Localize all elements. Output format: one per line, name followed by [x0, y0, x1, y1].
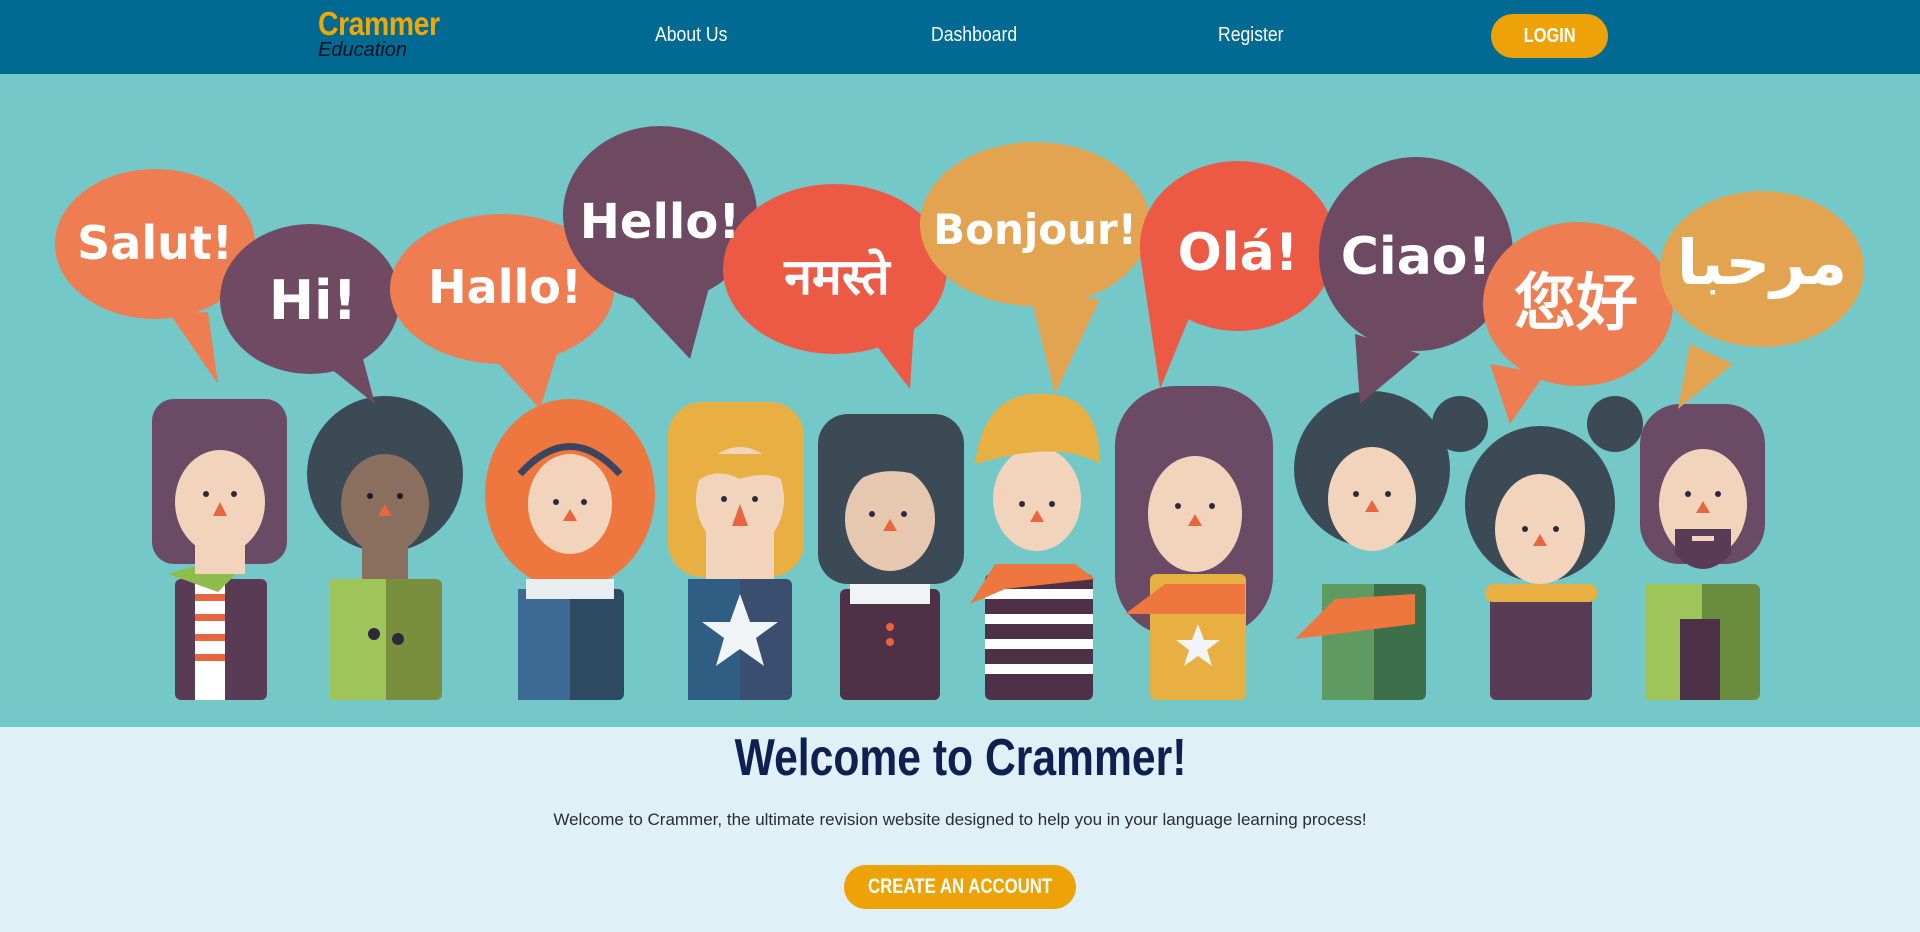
create-account-label: CREATE AN ACCOUNT [867, 875, 1053, 898]
greeting-nihao: 您好 [1514, 266, 1638, 339]
brand-logo[interactable]: Crammer Education [318, 5, 459, 61]
person-9 [1432, 396, 1643, 700]
person-3 [485, 399, 655, 700]
login-button[interactable]: LOGIN [1491, 14, 1608, 58]
greeting-ciao: Ciao! [1341, 227, 1492, 287]
welcome-description: Welcome to Crammer, the ultimate revisio… [553, 810, 1367, 829]
create-account-button[interactable]: CREATE AN ACCOUNT [844, 865, 1076, 909]
person-2 [307, 396, 463, 700]
brand-tagline: Education [318, 39, 407, 61]
greeting-salut: Salut! [77, 216, 233, 270]
hero-banner: Salut! Hi! Hallo! Hello! नमस्ते Bonjour!… [0, 74, 1920, 727]
greeting-hi: Hi! [269, 269, 357, 332]
brand-name: Crammer [318, 5, 440, 42]
nav-link-dashboard[interactable]: Dashboard [931, 22, 1017, 48]
greeting-ola: Olá! [1178, 223, 1299, 283]
greeting-marhaba: مرحبا [1677, 226, 1847, 299]
greeting-bonjour: Bonjour! [933, 205, 1137, 254]
person-4 [668, 402, 804, 700]
person-10 [1640, 404, 1765, 700]
page-title: Welcome to Crammer! [0, 727, 1920, 789]
hero-illustration: Salut! Hi! Hallo! Hello! नमस्ते Bonjour!… [55, 126, 1864, 700]
greeting-hallo: Hallo! [428, 260, 582, 314]
person-8 [1294, 391, 1450, 700]
person-5 [818, 414, 964, 700]
person-7 [1115, 386, 1273, 700]
top-navbar: Crammer Education About Us Dashboard Reg… [0, 0, 1920, 74]
nav-link-register[interactable]: Register [1218, 22, 1284, 48]
greeting-hello: Hello! [580, 194, 741, 250]
nav-link-about-us[interactable]: About Us [655, 22, 727, 48]
page-title-text: Welcome to Crammer! [734, 729, 1186, 787]
greeting-namaste: नमस्ते [783, 248, 891, 306]
bubble-marhaba [1660, 191, 1864, 409]
person-6 [970, 393, 1100, 700]
bubble-bonjour [920, 142, 1150, 394]
people-illustration [152, 386, 1765, 700]
person-1 [152, 399, 287, 700]
login-button-label: LOGIN [1523, 24, 1576, 47]
